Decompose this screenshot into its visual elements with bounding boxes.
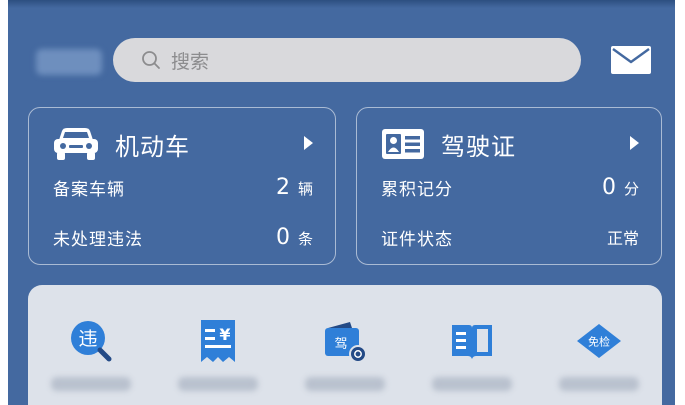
search-bar[interactable]: 搜索 [113, 38, 581, 82]
search-icon [142, 51, 160, 69]
service-item-payment[interactable]: ¥ [155, 316, 282, 366]
license-card-header: 驾驶证 [381, 124, 516, 164]
list-item: 证件状态 正常 [381, 222, 639, 252]
search-placeholder: 搜索 [171, 50, 210, 73]
service-item-guide[interactable] [408, 316, 535, 366]
license-wallet-icon: 驾 [324, 322, 367, 363]
violation-icon: 违 [71, 321, 112, 362]
car-icon [54, 128, 98, 160]
id-card-icon [382, 129, 424, 159]
svg-text:免检: 免检 [588, 335, 610, 349]
svg-text:¥: ¥ [220, 325, 231, 344]
inspection-exempt-icon: 免检 [576, 324, 621, 358]
service-item-license[interactable]: 驾 [282, 316, 409, 366]
license-card-title: 驾驶证 [441, 132, 516, 161]
license-card[interactable]: 驾驶证 累积记分 0分 证件状态 正常 [356, 107, 662, 265]
list-item: 备案车辆 2辆 [53, 174, 313, 200]
list-item: 累积记分 0分 [381, 174, 639, 200]
service-item-violation[interactable]: 违 [28, 316, 155, 366]
mail-icon[interactable] [611, 46, 651, 74]
app-frame: 搜索 机动车 备案车辆 2辆 未处理违法 0条 驾驶证 累积记分 0 分 证件状… [8, 0, 675, 405]
service-panel: 违 ¥ 驾 免检 [28, 285, 662, 405]
payment-receipt-icon: ¥ [201, 320, 236, 362]
svg-text:驾: 驾 [334, 337, 347, 352]
chevron-right-icon [304, 136, 313, 150]
location-selector[interactable] [36, 49, 102, 75]
vehicle-card-title: 机动车 [115, 132, 190, 161]
vehicle-card[interactable]: 机动车 备案车辆 2辆 未处理违法 0条 [28, 107, 336, 265]
open-book-icon [451, 325, 492, 359]
status-badge: 正常 [606, 229, 639, 248]
list-item: 未处理违法 0条 [53, 224, 313, 250]
svg-text:违: 违 [79, 328, 98, 350]
chevron-right-icon [630, 136, 639, 150]
service-item-inspection-exempt[interactable]: 免检 [535, 316, 662, 366]
vehicle-card-header: 机动车 [53, 124, 190, 164]
